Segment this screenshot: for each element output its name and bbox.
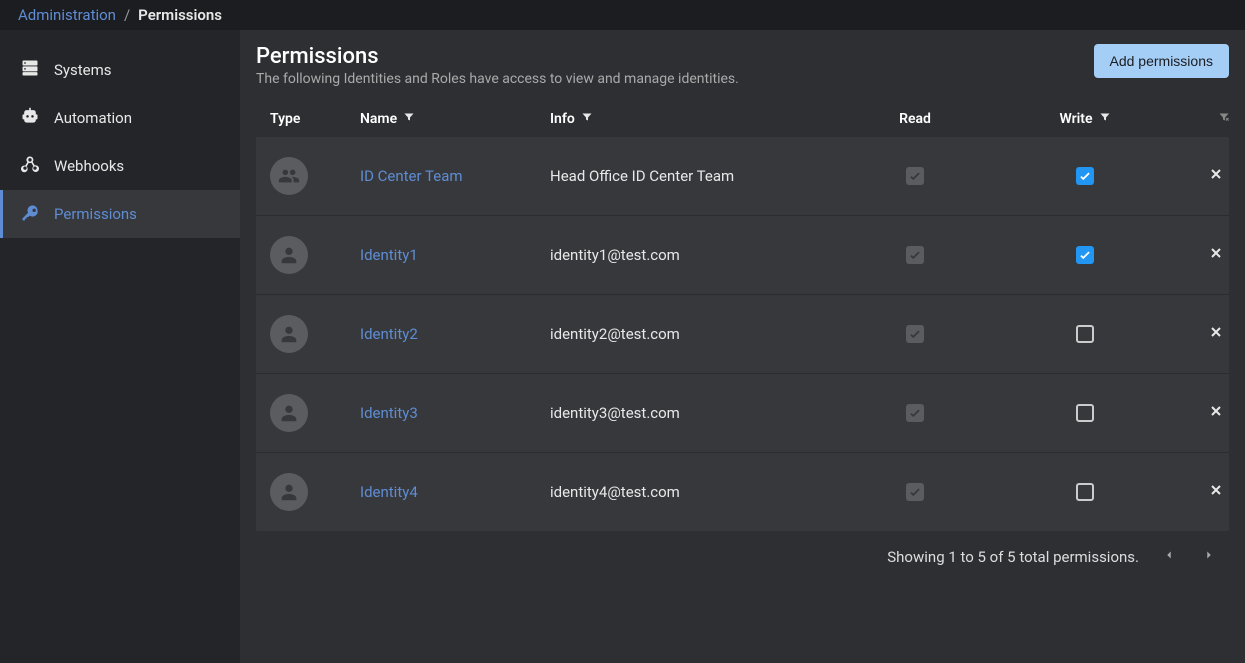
table-row: Identity4 identity4@test.com <box>256 453 1229 531</box>
filter-clear-icon <box>1218 111 1230 127</box>
identity-name-link[interactable]: ID Center Team <box>360 167 463 185</box>
breadcrumb: Administration / Permissions <box>0 0 1245 30</box>
user-avatar-icon <box>270 236 308 274</box>
table-row: Identity1 identity1@test.com <box>256 216 1229 295</box>
identity-info: identity3@test.com <box>550 404 830 422</box>
read-checkbox <box>906 325 924 343</box>
page-subtitle: The following Identities and Roles have … <box>256 71 739 87</box>
header-write-label: Write <box>1059 111 1092 127</box>
identity-name-link[interactable]: Identity3 <box>360 404 418 422</box>
write-checkbox[interactable] <box>1076 404 1094 422</box>
identity-name-link[interactable]: Identity4 <box>360 483 418 501</box>
close-icon <box>1208 168 1224 186</box>
sidebar: Systems Automation Webhooks Permissions <box>0 30 240 663</box>
table-row: Identity2 identity2@test.com <box>256 295 1229 374</box>
identity-info: identity4@test.com <box>550 483 830 501</box>
header-read-label: Read <box>899 111 931 127</box>
add-permissions-button[interactable]: Add permissions <box>1094 44 1230 78</box>
permissions-table: Type Name Info Read Write ID Cen <box>256 101 1229 531</box>
sidebar-item-automation[interactable]: Automation <box>0 94 240 142</box>
user-avatar-icon <box>270 394 308 432</box>
header-info-label: Info <box>550 111 575 127</box>
table-row: ID Center Team Head Office ID Center Team <box>256 137 1229 216</box>
identity-name-link[interactable]: Identity1 <box>360 246 418 264</box>
sidebar-item-label: Automation <box>54 109 132 127</box>
server-icon <box>20 58 40 82</box>
sidebar-item-permissions[interactable]: Permissions <box>0 190 240 238</box>
main-content: Permissions The following Identities and… <box>240 30 1245 663</box>
remove-permission-button[interactable] <box>1208 324 1224 344</box>
user-avatar-icon <box>270 315 308 353</box>
read-checkbox <box>906 246 924 264</box>
close-icon <box>1208 326 1224 344</box>
webhook-icon <box>20 154 40 178</box>
read-checkbox <box>906 404 924 422</box>
close-icon <box>1208 484 1224 502</box>
table-row: Identity3 identity3@test.com <box>256 374 1229 453</box>
user-avatar-icon <box>270 473 308 511</box>
header-read: Read <box>830 111 1000 127</box>
close-icon <box>1208 247 1224 265</box>
header-write[interactable]: Write <box>1000 111 1170 127</box>
identity-info: Head Office ID Center Team <box>550 167 830 185</box>
group-avatar-icon <box>270 157 308 195</box>
write-checkbox[interactable] <box>1076 325 1094 343</box>
table-footer: Showing 1 to 5 of 5 total permissions. <box>256 531 1229 571</box>
chevron-right-icon <box>1202 548 1216 566</box>
filter-icon <box>403 111 415 127</box>
header-type-label: Type <box>270 111 300 127</box>
sidebar-item-webhooks[interactable]: Webhooks <box>0 142 240 190</box>
close-icon <box>1208 405 1224 423</box>
breadcrumb-current: Permissions <box>138 6 222 24</box>
clear-filters-button[interactable] <box>1170 111 1230 127</box>
chevron-left-icon <box>1162 548 1176 566</box>
filter-icon <box>1099 111 1111 127</box>
write-checkbox[interactable] <box>1076 483 1094 501</box>
robot-icon <box>20 106 40 130</box>
breadcrumb-root-link[interactable]: Administration <box>18 6 116 24</box>
pagination-summary: Showing 1 to 5 of 5 total permissions. <box>887 548 1139 566</box>
header-type: Type <box>270 111 360 127</box>
identity-name-link[interactable]: Identity2 <box>360 325 418 343</box>
header-name-label: Name <box>360 111 397 127</box>
remove-permission-button[interactable] <box>1208 166 1224 186</box>
remove-permission-button[interactable] <box>1208 482 1224 502</box>
sidebar-item-label: Permissions <box>54 205 137 223</box>
remove-permission-button[interactable] <box>1208 245 1224 265</box>
identity-info: identity2@test.com <box>550 325 830 343</box>
next-page-button[interactable] <box>1199 547 1219 567</box>
page-title: Permissions <box>256 44 739 69</box>
remove-permission-button[interactable] <box>1208 403 1224 423</box>
sidebar-item-label: Systems <box>54 61 112 79</box>
read-checkbox <box>906 483 924 501</box>
header-name[interactable]: Name <box>360 111 550 127</box>
breadcrumb-separator: / <box>124 6 130 24</box>
identity-info: identity1@test.com <box>550 246 830 264</box>
read-checkbox <box>906 167 924 185</box>
prev-page-button[interactable] <box>1159 547 1179 567</box>
sidebar-item-systems[interactable]: Systems <box>0 46 240 94</box>
key-icon <box>20 202 40 226</box>
filter-icon <box>581 111 593 127</box>
write-checkbox[interactable] <box>1076 246 1094 264</box>
write-checkbox[interactable] <box>1076 167 1094 185</box>
table-header: Type Name Info Read Write <box>256 101 1229 137</box>
header-info[interactable]: Info <box>550 111 830 127</box>
sidebar-item-label: Webhooks <box>54 157 124 175</box>
